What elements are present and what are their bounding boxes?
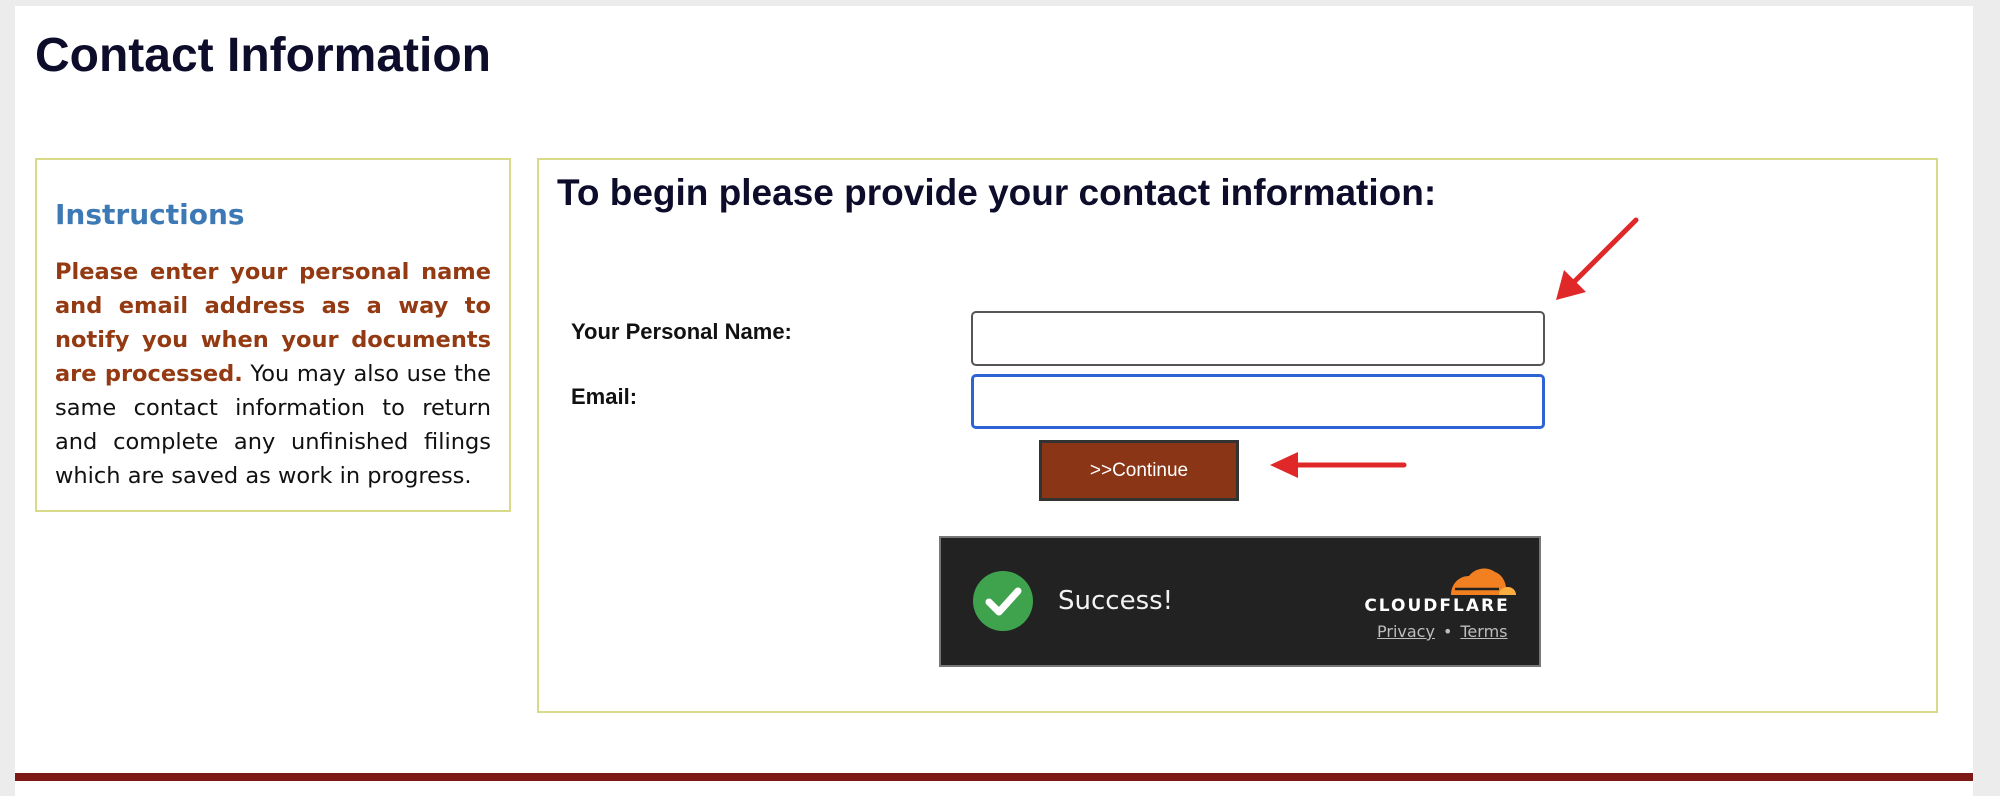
captcha-links: Privacy • Terms [1377, 622, 1508, 641]
page-container: Contact Information Instructions Please … [15, 6, 1973, 796]
instructions-title: Instructions [55, 198, 245, 231]
page-title: Contact Information [35, 29, 491, 82]
footer-bar [15, 773, 1973, 781]
captcha-status: Success! [1058, 586, 1174, 616]
personal-name-input[interactable] [971, 311, 1545, 366]
email-input[interactable] [971, 374, 1545, 429]
cloudflare-turnstile-widget[interactable]: Success! CLOUDFLARE Privacy • Terms [939, 536, 1541, 667]
continue-button[interactable]: >>Continue [1039, 440, 1239, 501]
terms-link[interactable]: Terms [1460, 622, 1507, 641]
contact-form-panel: To begin please provide your contact inf… [537, 158, 1938, 713]
arrow-to-continue-button [1270, 452, 1407, 478]
arrow-to-name-field [1556, 217, 1639, 300]
personal-name-label: Your Personal Name: [571, 319, 792, 344]
instructions-text: Please enter your personal name and emai… [55, 255, 491, 493]
link-separator: • [1442, 622, 1453, 641]
email-label: Email: [571, 384, 638, 409]
form-heading: To begin please provide your contact inf… [557, 172, 1437, 213]
cloudflare-brand: CLOUDFLARE [1364, 596, 1510, 616]
instructions-panel: Instructions Please enter your personal … [35, 158, 511, 512]
privacy-link[interactable]: Privacy [1377, 622, 1435, 641]
check-circle-icon [973, 571, 1033, 631]
